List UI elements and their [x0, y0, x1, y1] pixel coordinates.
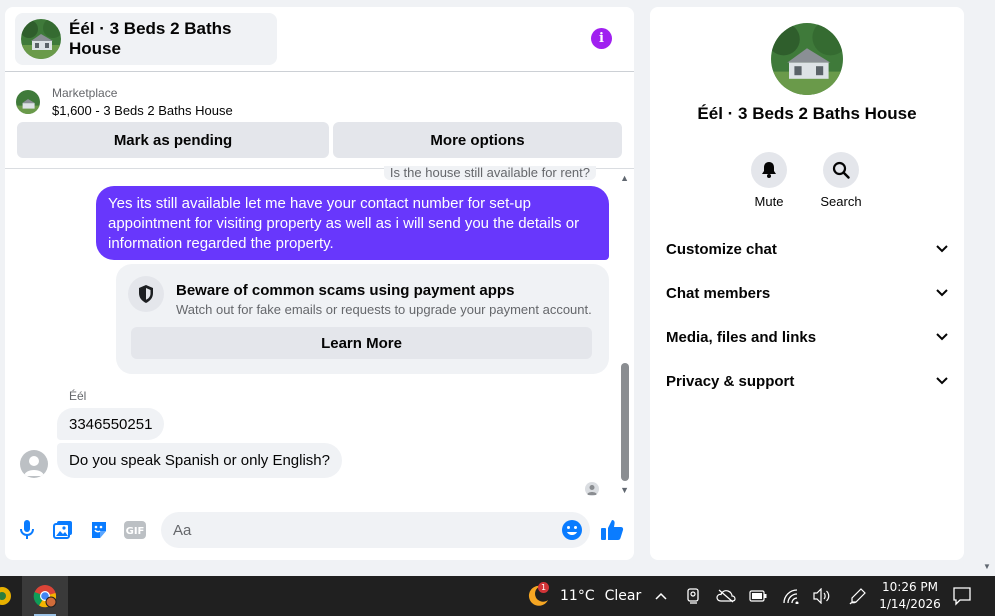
battery-icon[interactable] [748, 586, 768, 606]
customize-chat-section[interactable]: Customize chat [666, 237, 948, 261]
listing-price-title: $1,600 - 3 Beds 2 Baths House [52, 103, 233, 118]
chat-panel: Éél · 3 Beds 2 Baths House i Marketplace… [5, 7, 634, 560]
scroll-down-arrow-icon[interactable]: ▼ [620, 485, 629, 495]
shield-icon [128, 276, 164, 312]
message-input[interactable] [161, 512, 590, 548]
gif-icon[interactable]: GIF [124, 519, 146, 541]
info-panel-title: Éél · 3 Beds 2 Baths House [697, 104, 917, 123]
search-label: Search [820, 194, 862, 209]
weather-condition: Clear [604, 588, 642, 604]
mark-as-pending-button[interactable]: Mark as pending [17, 122, 329, 158]
marketplace-listing-card[interactable]: Marketplace $1,600 - 3 Beds 2 Baths Hous… [16, 82, 616, 122]
wifi-icon[interactable] [781, 586, 801, 606]
header-divider [5, 71, 634, 72]
more-options-button[interactable]: More options [333, 122, 622, 158]
weather-badge: 1 [538, 582, 549, 593]
svg-text:GIF: GIF [126, 526, 145, 537]
moon-icon: 1 [526, 582, 550, 608]
volume-icon[interactable] [812, 586, 832, 606]
conversation-info-panel: Éél · 3 Beds 2 Baths House Mute Search C… [650, 7, 964, 560]
section-label: Privacy & support [666, 372, 795, 390]
received-message-bubble[interactable]: Do you speak Spanish or only English? [57, 443, 342, 478]
scam-warning-title: Beware of common scams using payment app… [176, 282, 515, 299]
chevron-down-icon [936, 377, 948, 385]
sent-message-bubble[interactable]: Yes its still available let me have your… [96, 186, 609, 260]
notification-icon[interactable] [952, 586, 972, 606]
scam-warning-subtitle: Watch out for fake emails or requests to… [176, 302, 592, 317]
chat-members-section[interactable]: Chat members [666, 281, 948, 305]
media-files-links-section[interactable]: Media, files and links [666, 325, 948, 349]
emoji-icon[interactable] [561, 519, 583, 541]
seen-indicator-avatar [585, 482, 599, 496]
microphone-icon[interactable] [16, 519, 38, 541]
chat-title: Éél · 3 Beds 2 Baths House [69, 19, 232, 58]
marketplace-label: Marketplace [52, 86, 118, 100]
section-label: Media, files and links [666, 328, 817, 346]
mute-button[interactable]: Mute [739, 152, 799, 209]
chat-header-button[interactable]: Éél · 3 Beds 2 Baths House [15, 13, 277, 65]
sticker-icon[interactable] [88, 519, 110, 541]
received-message-bubble[interactable]: 3346550251 [57, 408, 165, 440]
system-clock[interactable]: 10:26 PM 1/14/2026 [870, 579, 950, 613]
scrollbar-thumb[interactable] [621, 363, 629, 481]
listing-thumbnail [21, 19, 61, 59]
clock-date: 1/14/2026 [879, 597, 941, 611]
cloud-sync-off-icon[interactable] [716, 586, 736, 606]
weather-widget[interactable]: 1 11°C Clear [526, 582, 642, 608]
privacy-support-section[interactable]: Privacy & support [666, 369, 948, 393]
camera-icon[interactable] [684, 586, 704, 606]
chevron-down-icon [936, 333, 948, 341]
bell-icon [751, 152, 787, 188]
chevron-down-icon [936, 289, 948, 297]
sender-avatar[interactable] [20, 450, 48, 478]
chevron-up-icon[interactable] [651, 586, 671, 606]
previous-message: Is the house still available for rent? [383, 166, 596, 180]
listing-avatar [771, 23, 843, 95]
thumbs-up-icon[interactable] [600, 518, 624, 542]
section-label: Customize chat [666, 240, 777, 258]
weather-temperature: 11°C [560, 588, 595, 604]
listing-small-thumbnail [16, 90, 40, 114]
search-icon [823, 152, 859, 188]
mute-label: Mute [754, 194, 784, 209]
search-button[interactable]: Search [811, 152, 871, 209]
page-scroll-down-arrow-icon[interactable]: ▼ [983, 562, 991, 571]
scam-warning-card: Beware of common scams using payment app… [116, 264, 609, 374]
pen-icon[interactable] [848, 586, 868, 606]
taskbar-app-icon[interactable] [0, 576, 14, 616]
conversation-info-icon[interactable]: i [591, 28, 612, 49]
chevron-down-icon [936, 245, 948, 253]
chrome-taskbar-icon[interactable] [22, 576, 68, 616]
windows-taskbar: 1 11°C Clear 10:26 PM 1/14/2026 [0, 576, 995, 616]
photo-gallery-icon[interactable] [52, 519, 74, 541]
learn-more-button[interactable]: Learn More [131, 327, 592, 359]
clock-time: 10:26 PM [882, 580, 938, 594]
sender-name: Éél [69, 389, 87, 403]
section-label: Chat members [666, 284, 771, 302]
scroll-up-arrow-icon[interactable]: ▲ [620, 173, 629, 183]
